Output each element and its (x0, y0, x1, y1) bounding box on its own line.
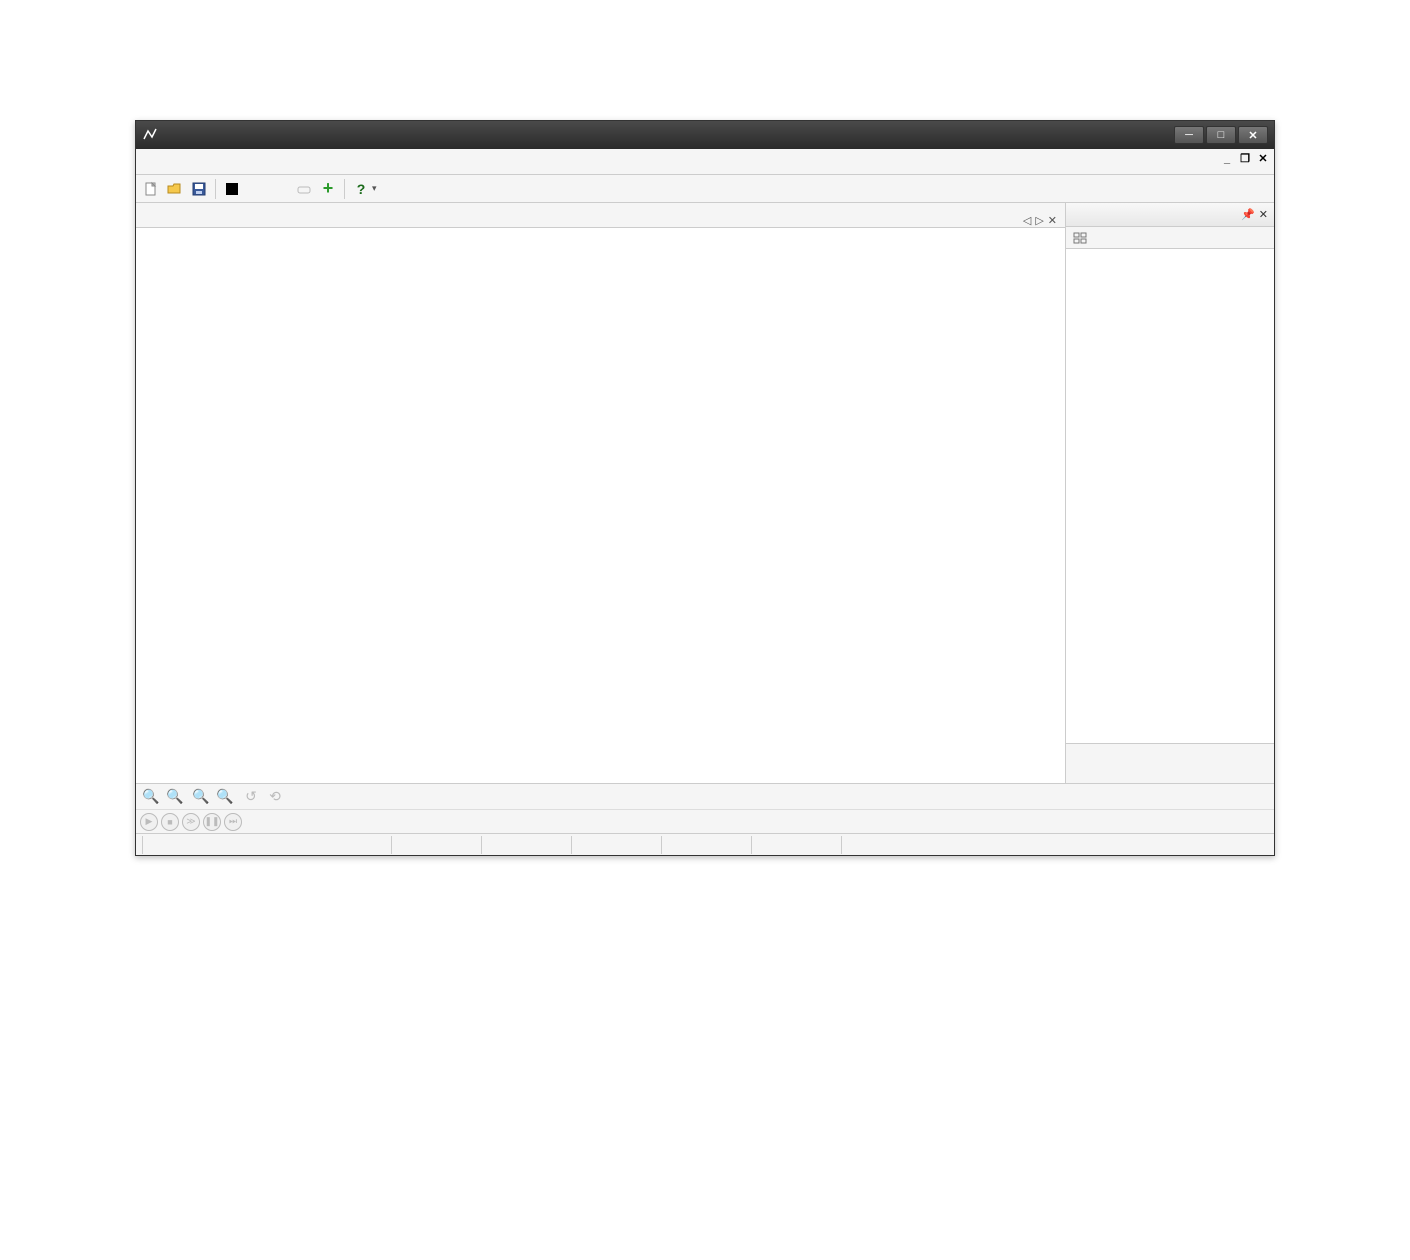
panel-close[interactable]: ✕ (1259, 208, 1268, 221)
l-button[interactable] (269, 178, 291, 200)
tab-strip: ◁ ▷ ✕ (136, 203, 1065, 228)
c-button[interactable] (245, 178, 267, 200)
app-icon (142, 127, 158, 143)
menubar: _ ❐ ✕ (136, 149, 1274, 175)
panel-toolbar (1066, 227, 1274, 249)
status-cell (572, 836, 662, 854)
tab-scroll-controls: ◁ ▷ ✕ (1019, 214, 1061, 227)
new-file-button[interactable] (140, 178, 162, 200)
play-button[interactable]: ▶ (140, 813, 158, 831)
help-button[interactable]: ? (350, 178, 372, 200)
status-cell (662, 836, 752, 854)
window-buttons: ─ □ ✕ (1172, 126, 1268, 144)
menu-window[interactable] (202, 159, 222, 165)
categorize-button[interactable] (1070, 229, 1090, 247)
zoom-toolbar: 🔍 🔍 🔍 🔍 ↺ ⟲ (136, 783, 1274, 809)
tab-scroll-left[interactable]: ◁ (1023, 214, 1031, 227)
device-button[interactable] (293, 178, 315, 200)
mdi-restore[interactable]: ❐ (1238, 152, 1252, 166)
application-window: ─ □ ✕ _ ❐ ✕ (135, 120, 1275, 856)
menu-file[interactable] (142, 159, 162, 165)
play-toolbar: ▶ ■ ≫ ❚❚ ⏭ (136, 809, 1274, 833)
zoom-out-button[interactable]: 🔍 (164, 786, 186, 808)
body-split: ◁ ▷ ✕ 📌 ✕ (136, 203, 1274, 783)
mdi-close[interactable]: ✕ (1256, 152, 1270, 166)
status-cell (482, 836, 572, 854)
left-pane: ◁ ▷ ✕ (136, 203, 1066, 783)
titlebar: ─ □ ✕ (136, 121, 1274, 149)
panel-titlebar: 📌 ✕ (1066, 203, 1274, 227)
main-toolbar: + ? ▾ (136, 175, 1274, 203)
tab-scroll-right[interactable]: ▷ (1035, 214, 1043, 227)
chart-area[interactable] (136, 228, 1065, 783)
menu-settings[interactable] (222, 159, 242, 165)
zoom-reset-button[interactable]: ↺ (240, 786, 262, 808)
menu-analysis[interactable] (262, 159, 282, 165)
pin-icon[interactable]: 📌 (1241, 208, 1255, 221)
menu-theme[interactable] (182, 159, 202, 165)
menu-view[interactable] (162, 159, 182, 165)
zoom-tool-4[interactable]: 🔍 (214, 786, 236, 808)
stop-button[interactable]: ■ (161, 813, 179, 831)
save-button[interactable] (188, 178, 210, 200)
minimize-button[interactable]: ─ (1174, 126, 1204, 144)
statusbar (136, 833, 1274, 855)
zoom-tool-3[interactable]: 🔍 (190, 786, 212, 808)
zoom-tool-6[interactable]: ⟲ (264, 786, 286, 808)
property-description (1066, 743, 1274, 783)
open-file-button[interactable] (164, 178, 186, 200)
separator-icon (215, 179, 216, 199)
status-text (142, 836, 392, 854)
menu-help[interactable] (242, 159, 262, 165)
close-button[interactable]: ✕ (1238, 126, 1268, 144)
maximize-button[interactable]: □ (1206, 126, 1236, 144)
dropdown-arrow-icon[interactable]: ▾ (372, 183, 377, 194)
skip-end-button[interactable]: ⏭ (224, 813, 242, 831)
zoom-in-button[interactable]: 🔍 (140, 786, 162, 808)
properties-panel: 📌 ✕ (1066, 203, 1274, 783)
mdi-minimize[interactable]: _ (1220, 152, 1234, 166)
black-square-button[interactable] (221, 178, 243, 200)
tab-close[interactable]: ✕ (1048, 214, 1057, 227)
status-cell (392, 836, 482, 854)
separator-icon (344, 179, 345, 199)
status-cell (752, 836, 842, 854)
pause-button[interactable]: ❚❚ (203, 813, 221, 831)
add-button[interactable]: + (317, 178, 339, 200)
property-grid[interactable] (1066, 249, 1274, 743)
fast-forward-button[interactable]: ≫ (182, 813, 200, 831)
